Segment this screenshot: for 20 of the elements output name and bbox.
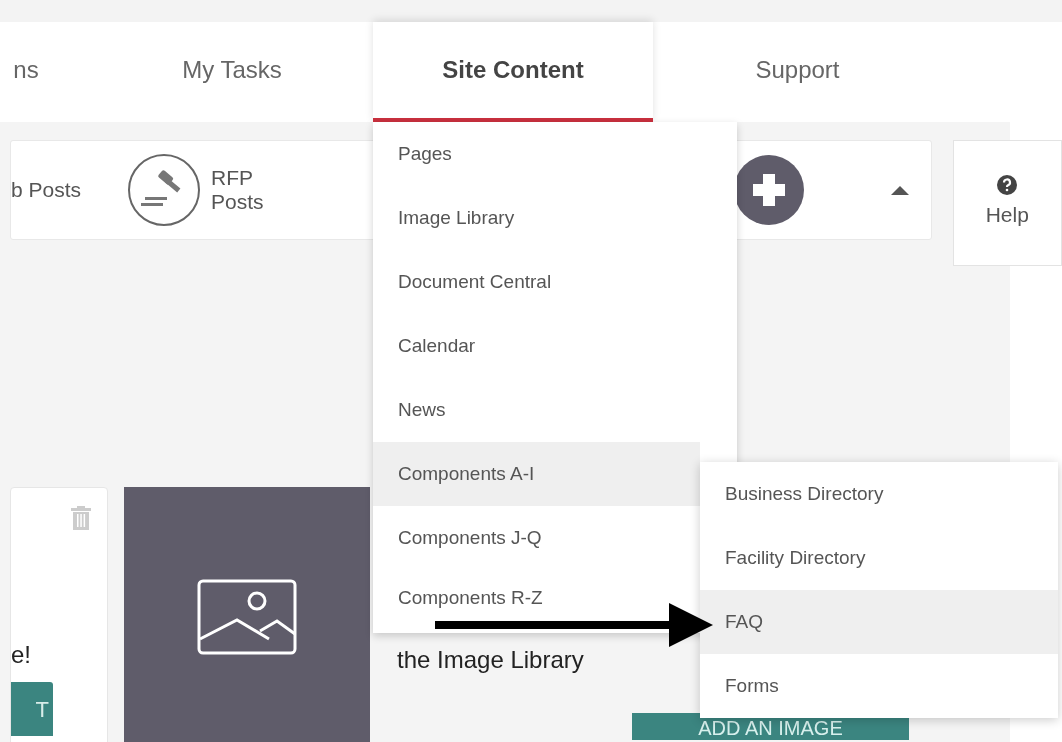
card-button[interactable]: T [11, 682, 53, 737]
menu-item[interactable]: FAQ [700, 590, 1058, 654]
help-button[interactable]: Help [952, 140, 1062, 266]
menu-item[interactable]: Forms [700, 654, 1058, 718]
gavel-icon[interactable] [127, 153, 202, 227]
help-icon [997, 175, 1018, 196]
menu-item[interactable]: Facility Directory [700, 526, 1058, 590]
menu-item[interactable]: Components A-I [373, 442, 700, 506]
description-text: the Image Library [397, 645, 584, 674]
image-icon [197, 579, 297, 655]
nav-tab[interactable]: Site Content [373, 22, 653, 122]
caret-icon[interactable] [891, 185, 910, 195]
nav-tab[interactable]: Support [700, 22, 895, 122]
card-text: e! [11, 642, 32, 669]
toolbar-link[interactable]: RFP Posts [211, 165, 272, 215]
menu-item[interactable]: Pages [373, 122, 700, 186]
nav-tab[interactable]: My Tasks [142, 22, 322, 122]
toolbar-link[interactable]: b Posts [11, 177, 82, 203]
nav-tab[interactable]: ns [0, 22, 52, 122]
menu-item[interactable]: Business Directory [700, 462, 1058, 526]
